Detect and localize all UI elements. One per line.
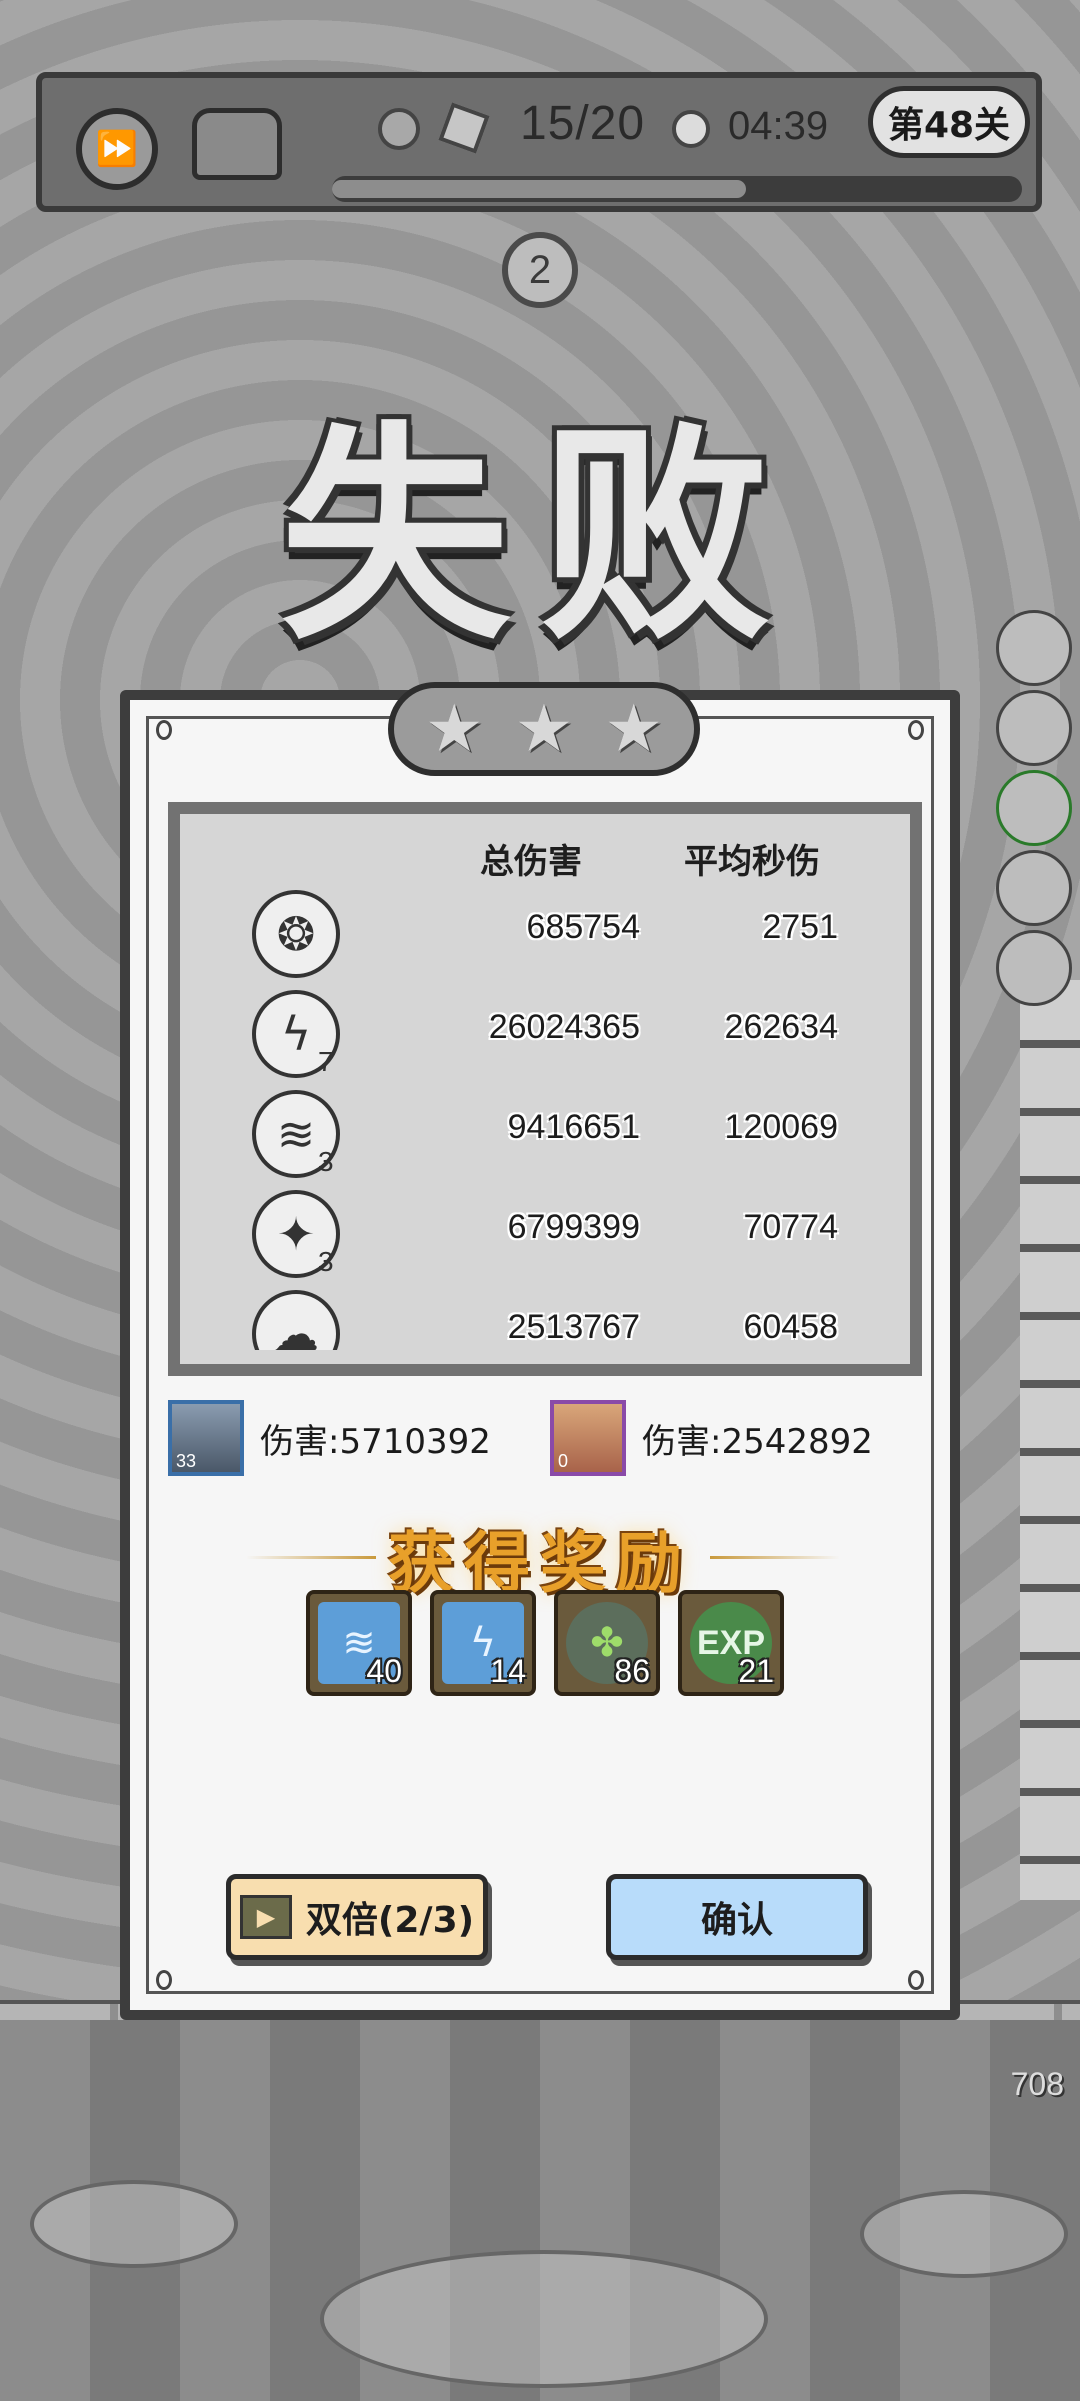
star-icon: ★ bbox=[514, 690, 574, 767]
skill-level: 7 bbox=[318, 1046, 334, 1077]
corner-rivet bbox=[156, 720, 172, 740]
table-row: ✦ 3 6799399 70774 bbox=[180, 1190, 910, 1280]
fast-forward-button[interactable]: ⏩ bbox=[76, 108, 158, 190]
spring-pillar bbox=[1020, 980, 1080, 1900]
damage-stats-table: 总伤害 平均秒伤 ❂ 685754 2751 ϟ 7 26024365 2626… bbox=[168, 802, 922, 1376]
gem-icon bbox=[438, 102, 490, 154]
water-puddle bbox=[30, 2180, 238, 2268]
hero-level: 33 bbox=[176, 1451, 197, 1471]
avatar: 33 bbox=[168, 1400, 244, 1476]
seed-skill-icon: ❂ bbox=[252, 890, 340, 978]
treasure-chest-icon[interactable] bbox=[192, 108, 282, 180]
reward-count: 86 bbox=[614, 1653, 650, 1689]
side-skill-icon bbox=[996, 690, 1072, 766]
wave-counter: 2 bbox=[502, 232, 578, 308]
side-skill-icon bbox=[996, 930, 1072, 1006]
star-icon: ★ bbox=[424, 690, 484, 767]
table-row: ☁ 2513767 60458 bbox=[180, 1290, 910, 1350]
star-rating: ★ ★ ★ bbox=[388, 682, 700, 776]
side-skill-icon bbox=[996, 850, 1072, 926]
corner-rivet bbox=[908, 1970, 924, 1990]
side-skill-icon bbox=[996, 770, 1072, 846]
coin-icon bbox=[378, 108, 420, 150]
corner-rivet bbox=[908, 720, 924, 740]
corner-rivet bbox=[156, 1970, 172, 1990]
hero-damage-text: 伤害:5710392 bbox=[260, 1422, 491, 1462]
top-hud: ⏩ 15/20 04:39 第48关 bbox=[36, 72, 1042, 212]
reward-item[interactable]: ≋ 40 bbox=[306, 1590, 412, 1696]
reward-count: 40 bbox=[366, 1653, 402, 1689]
water-puddle bbox=[860, 2190, 1068, 2278]
hero-level: 0 bbox=[558, 1451, 569, 1471]
total-damage-value: 9416651 bbox=[507, 1108, 640, 1146]
dps-value: 262634 bbox=[724, 1008, 838, 1046]
storm-skill-icon: ☁ bbox=[252, 1290, 340, 1350]
dps-value: 120069 bbox=[724, 1108, 838, 1146]
timer-text: 04:39 bbox=[728, 104, 829, 148]
wave-progress-fill bbox=[332, 180, 746, 198]
skill-level: 3 bbox=[318, 1246, 334, 1277]
total-damage-value: 26024365 bbox=[488, 1008, 640, 1046]
star-icon: ★ bbox=[604, 690, 664, 767]
dps-value: 60458 bbox=[743, 1308, 838, 1346]
reward-count: 21 bbox=[738, 1653, 774, 1689]
total-damage-value: 685754 bbox=[526, 908, 640, 946]
dps-value: 2751 bbox=[762, 908, 838, 946]
dps-value: 70774 bbox=[743, 1208, 838, 1246]
defeat-title: 失败 bbox=[280, 401, 800, 671]
result-panel: ★ ★ ★ 总伤害 平均秒伤 ❂ 685754 2751 ϟ 7 2602436… bbox=[120, 682, 960, 2020]
bottom-counter: 708 bbox=[1010, 2066, 1064, 2102]
wave-progress-bar bbox=[332, 176, 1022, 202]
reward-item[interactable]: ϟ 14 bbox=[430, 1590, 536, 1696]
level-badge: 第48关 bbox=[868, 86, 1030, 158]
double-reward-label: 双倍(2/3) bbox=[305, 1900, 475, 1941]
dps-header: 平均秒伤 bbox=[684, 842, 820, 882]
total-damage-value: 2513767 bbox=[507, 1308, 640, 1346]
wave-progress-text: 15/20 bbox=[520, 97, 646, 150]
reward-item[interactable]: ✤ 86 bbox=[554, 1590, 660, 1696]
total-damage-value: 6799399 bbox=[507, 1208, 640, 1246]
video-play-icon: ▶ bbox=[239, 1895, 292, 1939]
fast-forward-icon: ⏩ bbox=[95, 129, 139, 169]
clock-icon bbox=[672, 110, 710, 148]
double-reward-button[interactable]: ▶ 双倍(2/3) bbox=[226, 1874, 488, 1960]
confirm-button[interactable]: 确认 bbox=[606, 1874, 868, 1960]
skill-level: 3 bbox=[318, 1146, 334, 1177]
table-row: ≋ 3 9416651 120069 bbox=[180, 1090, 910, 1180]
confirm-label: 确认 bbox=[700, 1900, 773, 1941]
total-damage-header: 总伤害 bbox=[480, 842, 582, 882]
reward-count: 14 bbox=[490, 1653, 526, 1689]
reward-title: 获得奖励 bbox=[388, 1524, 692, 1602]
hero-damage-text: 伤害:2542892 bbox=[642, 1422, 873, 1462]
avatar: 0 bbox=[550, 1400, 626, 1476]
water-puddle bbox=[320, 2250, 768, 2388]
table-row: ϟ 7 26024365 262634 bbox=[180, 990, 910, 1080]
table-row: ❂ 685754 2751 bbox=[180, 890, 910, 980]
reward-item[interactable]: EXP 21 bbox=[678, 1590, 784, 1696]
